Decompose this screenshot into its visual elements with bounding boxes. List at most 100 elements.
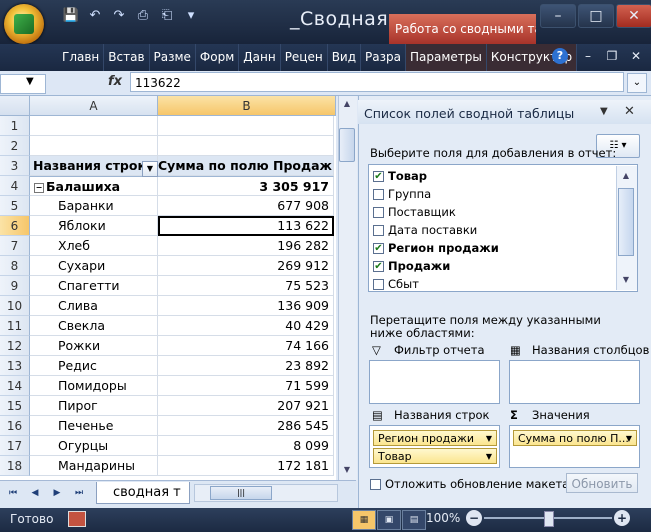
cell[interactable] bbox=[30, 116, 158, 136]
row-field-pill[interactable]: Товар ▼ bbox=[373, 448, 497, 464]
scroll-up-icon[interactable]: ▲ bbox=[339, 96, 355, 112]
row-header[interactable]: 18 bbox=[0, 456, 30, 476]
row-header[interactable]: 7 bbox=[0, 236, 30, 256]
item-value-cell[interactable]: 75 523 bbox=[158, 276, 334, 296]
item-value-cell[interactable]: 136 909 bbox=[158, 296, 334, 316]
checkbox[interactable] bbox=[370, 479, 381, 490]
field-checkbox[interactable] bbox=[373, 279, 384, 290]
item-value-cell[interactable]: 677 908 bbox=[158, 196, 334, 216]
field-checkbox[interactable]: ✔ bbox=[373, 243, 384, 254]
item-value-cell[interactable]: 207 921 bbox=[158, 396, 334, 416]
item-value-cell[interactable]: 40 429 bbox=[158, 316, 334, 336]
report-filter-area[interactable] bbox=[369, 360, 500, 404]
tab-formulas[interactable]: Форм bbox=[196, 44, 240, 71]
row-labels-filter-dropdown[interactable]: ▼ bbox=[142, 161, 158, 177]
chevron-down-icon[interactable]: ▼ bbox=[486, 431, 492, 445]
item-name-cell[interactable]: Свекла bbox=[30, 316, 158, 336]
item-value-cell[interactable]: 172 181 bbox=[158, 456, 334, 476]
collapse-icon[interactable]: − bbox=[34, 182, 44, 193]
select-all-corner[interactable] bbox=[0, 96, 30, 116]
row-labels-header[interactable]: Названия строк bbox=[30, 156, 158, 176]
pane-options-icon[interactable]: ▼ bbox=[600, 106, 608, 117]
horizontal-scroll-thumb[interactable]: ||| bbox=[210, 486, 272, 500]
item-value-cell[interactable]: 74 166 bbox=[158, 336, 334, 356]
minimize-workbook-icon[interactable]: – bbox=[576, 44, 600, 68]
item-name-cell[interactable]: Сухари bbox=[30, 256, 158, 276]
row-header[interactable]: 3 bbox=[0, 156, 30, 176]
print-icon[interactable]: ⎗ bbox=[156, 6, 178, 26]
save-icon[interactable]: 💾 bbox=[60, 6, 82, 26]
macro-record-icon[interactable] bbox=[68, 511, 86, 527]
insert-function-icon[interactable]: fx bbox=[108, 74, 122, 89]
field-checkbox[interactable] bbox=[373, 225, 384, 236]
item-value-cell[interactable]: 269 912 bbox=[158, 256, 334, 276]
close-icon[interactable]: ✕ bbox=[624, 104, 635, 119]
tab-developer[interactable]: Разра bbox=[361, 44, 406, 71]
normal-view-icon[interactable]: ▦ bbox=[352, 510, 376, 530]
field-scroll-up-icon[interactable]: ▲ bbox=[618, 168, 634, 184]
expand-formula-bar-icon[interactable]: ⌄ bbox=[627, 73, 647, 93]
tab-insert[interactable]: Встав bbox=[104, 44, 150, 71]
next-sheet-icon[interactable]: ▶ bbox=[50, 486, 64, 500]
tab-home[interactable]: Главн bbox=[58, 44, 105, 71]
field-list-scroll-thumb[interactable] bbox=[618, 188, 634, 256]
item-name-cell[interactable]: Пирог bbox=[30, 396, 158, 416]
row-header[interactable]: 10 bbox=[0, 296, 30, 316]
tab-options[interactable]: Параметры bbox=[405, 44, 487, 71]
row-header[interactable]: 1 bbox=[0, 116, 30, 136]
row-header[interactable]: 9 bbox=[0, 276, 30, 296]
row-header[interactable]: 5 bbox=[0, 196, 30, 216]
close-button[interactable]: ✕ bbox=[616, 4, 651, 28]
item-name-cell[interactable]: Яблоки bbox=[30, 216, 158, 236]
tab-data[interactable]: Данн bbox=[239, 44, 281, 71]
chevron-down-icon[interactable]: ▼ bbox=[26, 76, 34, 87]
print-preview-icon[interactable]: ⎙ bbox=[132, 6, 154, 26]
update-button[interactable]: Обновить bbox=[566, 473, 638, 493]
maximize-button[interactable]: □ bbox=[578, 4, 614, 28]
column-header-a[interactable]: A bbox=[30, 96, 158, 116]
prev-sheet-icon[interactable]: ◀ bbox=[28, 486, 42, 500]
item-name-cell[interactable]: Слива bbox=[30, 296, 158, 316]
row-header[interactable]: 14 bbox=[0, 376, 30, 396]
item-name-cell[interactable]: Помидоры bbox=[30, 376, 158, 396]
row-header[interactable]: 17 bbox=[0, 436, 30, 456]
vertical-scroll-thumb[interactable] bbox=[339, 128, 355, 162]
row-header[interactable]: 11 bbox=[0, 316, 30, 336]
row-header[interactable]: 15 bbox=[0, 396, 30, 416]
office-button[interactable] bbox=[4, 4, 44, 44]
row-header[interactable]: 4 bbox=[0, 176, 30, 196]
item-value-cell[interactable]: 286 545 bbox=[158, 416, 334, 436]
value-field-pill[interactable]: Сумма по полю П... ▼ bbox=[513, 430, 637, 446]
field-checkbox[interactable] bbox=[373, 207, 384, 218]
cell[interactable] bbox=[30, 136, 158, 156]
zoom-level[interactable]: 100% bbox=[426, 511, 460, 525]
zoom-slider-thumb[interactable] bbox=[544, 511, 554, 527]
item-name-cell[interactable]: Спагетти bbox=[30, 276, 158, 296]
tab-view[interactable]: Вид bbox=[328, 44, 362, 71]
group-total[interactable]: 3 305 917 bbox=[158, 176, 334, 196]
row-field-pill[interactable]: Регион продажи ▼ bbox=[373, 430, 497, 446]
cell[interactable] bbox=[158, 116, 334, 136]
zoom-out-icon[interactable]: − bbox=[466, 510, 482, 526]
tab-review[interactable]: Рецен bbox=[281, 44, 328, 71]
scroll-down-icon[interactable]: ▼ bbox=[339, 462, 355, 478]
restore-workbook-icon[interactable]: ❐ bbox=[600, 44, 624, 68]
item-value-cell[interactable]: 196 282 bbox=[158, 236, 334, 256]
group-row-label[interactable]: − Балашиха bbox=[30, 176, 158, 196]
values-area[interactable]: Сумма по полю П... ▼ bbox=[509, 425, 640, 468]
cell[interactable] bbox=[158, 136, 334, 156]
chevron-down-icon[interactable]: ▼ bbox=[486, 449, 492, 463]
help-icon[interactable]: ? bbox=[552, 48, 568, 64]
item-name-cell[interactable]: Огурцы bbox=[30, 436, 158, 456]
formula-input[interactable]: 113622 bbox=[130, 72, 624, 92]
row-header[interactable]: 8 bbox=[0, 256, 30, 276]
page-break-view-icon[interactable]: ▤ bbox=[402, 510, 426, 530]
row-header[interactable]: 16 bbox=[0, 416, 30, 436]
row-header[interactable]: 13 bbox=[0, 356, 30, 376]
defer-update-checkbox[interactable]: Отложить обновление макета bbox=[370, 477, 569, 491]
redo-icon[interactable]: ↷ bbox=[108, 6, 130, 26]
row-header[interactable]: 6 bbox=[0, 216, 30, 236]
tab-page-layout[interactable]: Разме bbox=[150, 44, 196, 71]
item-name-cell[interactable]: Мандарины bbox=[30, 456, 158, 476]
field-scroll-down-icon[interactable]: ▼ bbox=[618, 272, 634, 288]
